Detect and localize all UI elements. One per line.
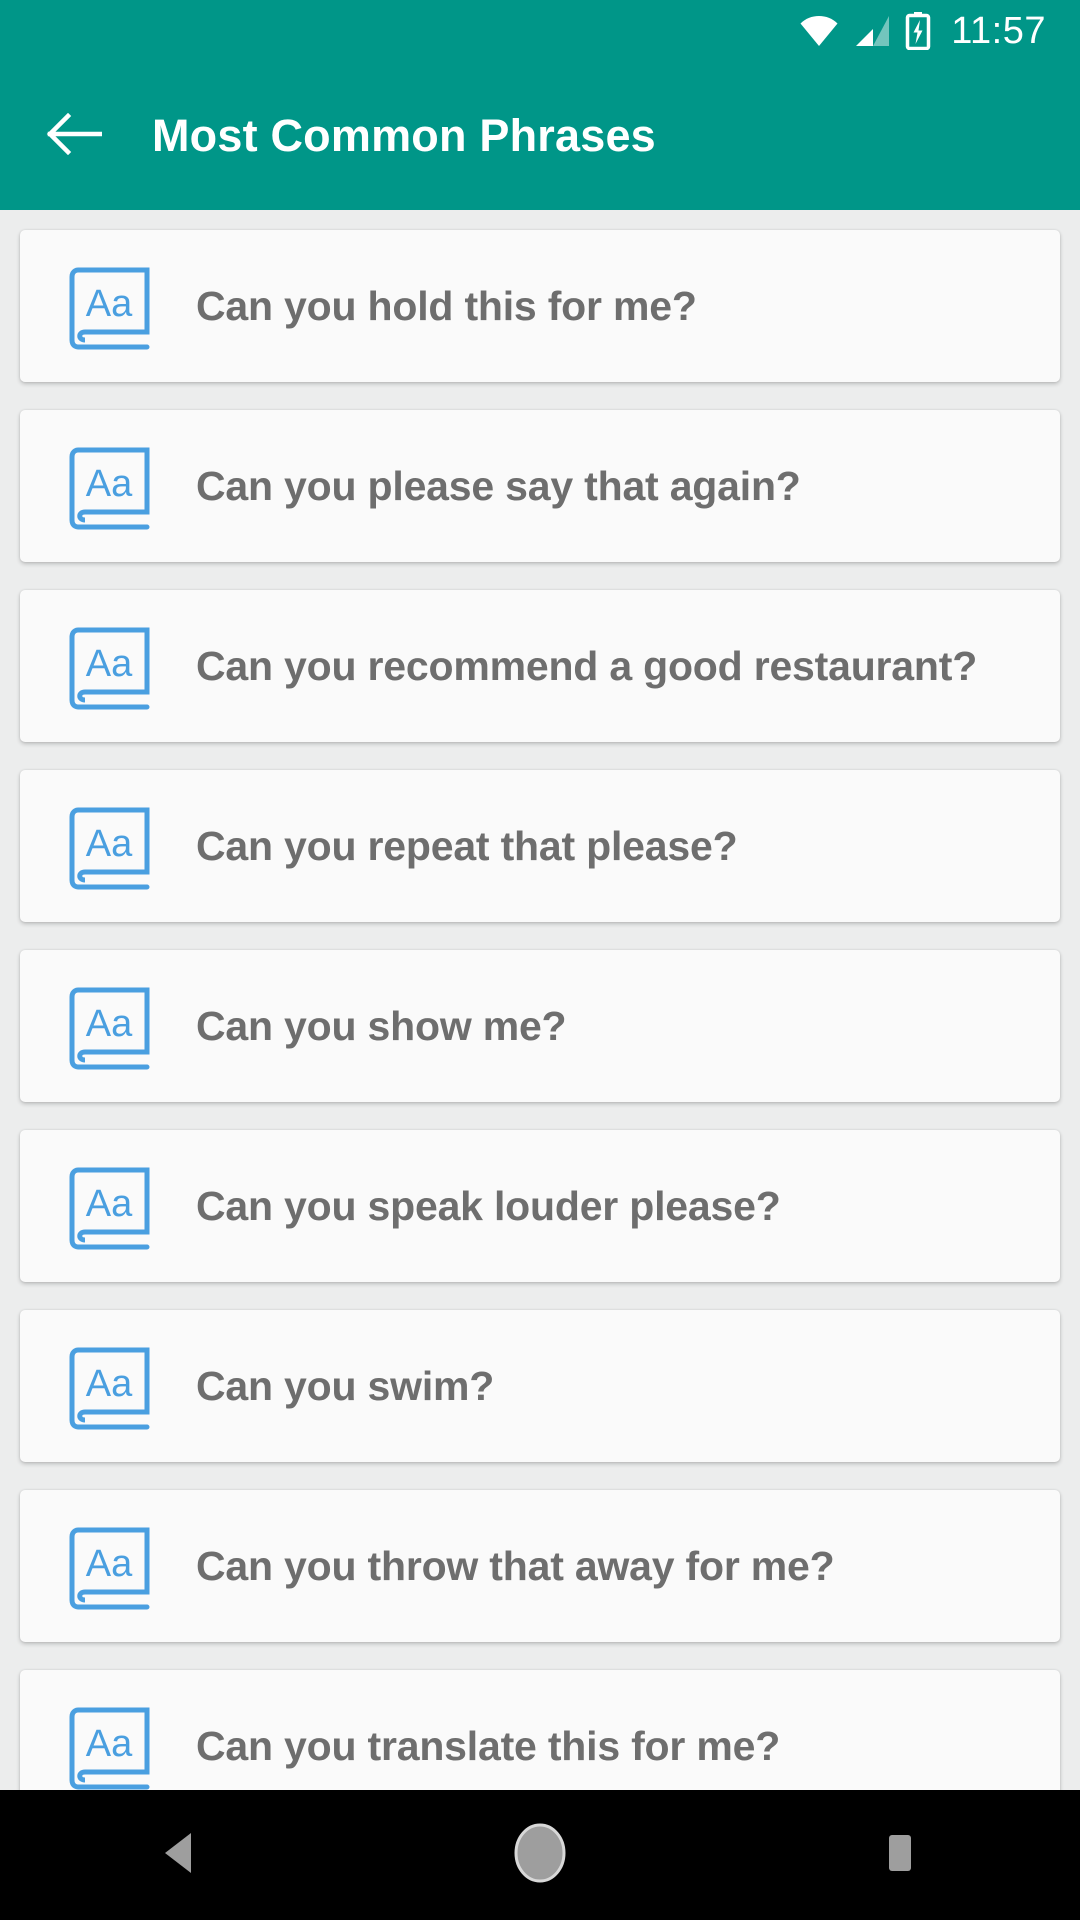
svg-text:Aa: Aa [86,463,133,505]
svg-text:Aa: Aa [86,823,133,865]
dictionary-book-icon: Aa [58,254,162,358]
dictionary-book-icon: Aa [58,1514,162,1618]
status-bar: 11:57 [0,0,1080,62]
phrase-card[interactable]: Aa Can you throw that away for me? [20,1490,1060,1642]
phrase-label: Can you throw that away for me? [196,1542,835,1589]
wifi-icon [799,15,839,47]
phrase-card[interactable]: Aa Can you show me? [20,950,1060,1102]
app-bar: Most Common Phrases [0,62,1080,210]
cellular-signal-icon [853,15,891,47]
dictionary-book-icon: Aa [58,974,162,1078]
phrase-card[interactable]: Aa Can you speak louder please? [20,1130,1060,1282]
phrase-card[interactable]: Aa Can you hold this for me? [20,230,1060,382]
phrase-label: Can you show me? [196,1002,567,1049]
dictionary-book-icon: Aa [58,1154,162,1258]
nav-back-button[interactable] [105,1790,255,1920]
phrase-label: Can you translate this for me? [196,1722,781,1769]
nav-back-icon [159,1830,201,1881]
arrow-left-icon [46,112,103,160]
svg-text:Aa: Aa [86,1183,133,1225]
svg-text:Aa: Aa [86,643,133,685]
dictionary-book-icon: Aa [58,614,162,718]
status-bar-clock: 11:57 [951,10,1046,52]
phrase-label: Can you swim? [196,1362,495,1409]
svg-text:Aa: Aa [86,1723,133,1765]
phrase-label: Can you hold this for me? [196,282,697,329]
back-button[interactable] [42,104,106,168]
phrase-card[interactable]: Aa Can you translate this for me? [20,1670,1060,1790]
nav-home-icon [512,1822,568,1889]
nav-recents-icon [883,1832,917,1879]
dictionary-book-icon: Aa [58,794,162,898]
phrase-card[interactable]: Aa Can you please say that again? [20,410,1060,562]
nav-recents-button[interactable] [825,1790,975,1920]
svg-text:Aa: Aa [86,283,133,325]
phrase-label: Can you repeat that please? [196,822,738,869]
phrase-card[interactable]: Aa Can you repeat that please? [20,770,1060,922]
phone-screen: 11:57 Most Common Phrases Aa Can you hold… [0,0,1080,1920]
page-title: Most Common Phrases [152,110,656,161]
svg-text:Aa: Aa [86,1003,133,1045]
svg-text:Aa: Aa [86,1543,133,1585]
android-navigation-bar [0,1790,1080,1920]
phrase-list[interactable]: Aa Can you hold this for me? Aa Can you ple… [0,210,1080,1790]
phrase-label: Can you speak louder please? [196,1182,781,1229]
dictionary-book-icon: Aa [58,1334,162,1438]
phrase-card[interactable]: Aa Can you swim? [20,1310,1060,1462]
nav-home-button[interactable] [465,1790,615,1920]
dictionary-book-icon: Aa [58,434,162,538]
phrase-label: Can you recommend a good restaurant? [196,642,978,689]
phrase-label: Can you please say that again? [196,462,801,509]
svg-text:Aa: Aa [86,1363,133,1405]
phrase-card[interactable]: Aa Can you recommend a good restaurant? [20,590,1060,742]
battery-charging-icon [905,12,931,50]
dictionary-book-icon: Aa [58,1694,162,1790]
